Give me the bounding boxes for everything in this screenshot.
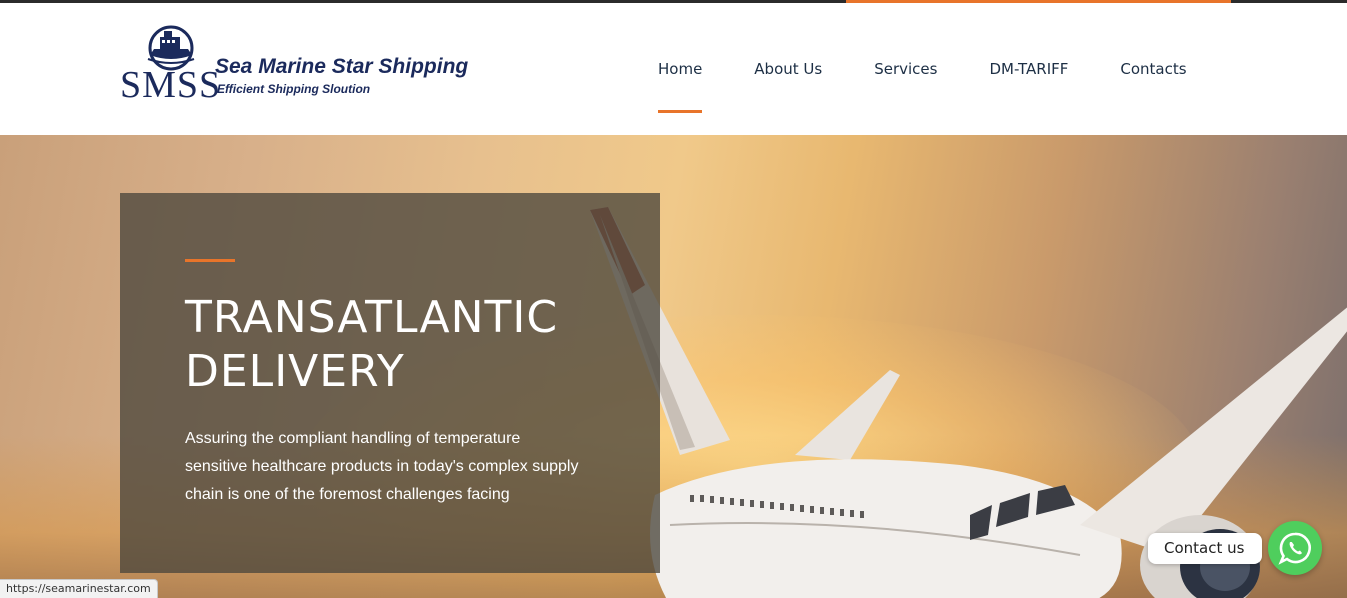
hero-banner: TRANSATLANTIC DELIVERY Assuring the comp… [0,135,1347,598]
main-nav: Home About Us Services DM-TARIFF Contact… [632,3,1213,135]
hero-title: TRANSATLANTIC DELIVERY [185,291,645,399]
hero-caption-box: TRANSATLANTIC DELIVERY Assuring the comp… [120,193,660,573]
contact-us-label[interactable]: Contact us [1148,533,1263,564]
caption-accent-line [185,259,235,262]
nav-dm-tariff[interactable]: DM-TARIFF [963,3,1094,135]
browser-status-url: https://seamarinestar.com [0,579,158,598]
whatsapp-button[interactable] [1268,521,1322,575]
nav-contacts[interactable]: Contacts [1094,3,1212,135]
logo-tagline: Efficient Shipping Sloution [217,82,371,96]
whatsapp-icon [1278,532,1311,565]
nav-services[interactable]: Services [848,3,963,135]
hero-description: Assuring the compliant handling of tempe… [185,430,579,503]
hero-title-line-2: DELIVERY [185,346,405,397]
site-header: SMSS Sea Marine Star Shipping Efficient … [0,3,1347,135]
logo-company-name: Sea Marine Star Shipping [215,55,469,78]
nav-about-us[interactable]: About Us [728,3,848,135]
nav-home[interactable]: Home [632,3,728,135]
logo-monogram: SMSS [120,64,222,106]
hero-title-line-1: TRANSATLANTIC [185,292,559,343]
site-logo[interactable]: SMSS Sea Marine Star Shipping Efficient … [118,25,488,109]
